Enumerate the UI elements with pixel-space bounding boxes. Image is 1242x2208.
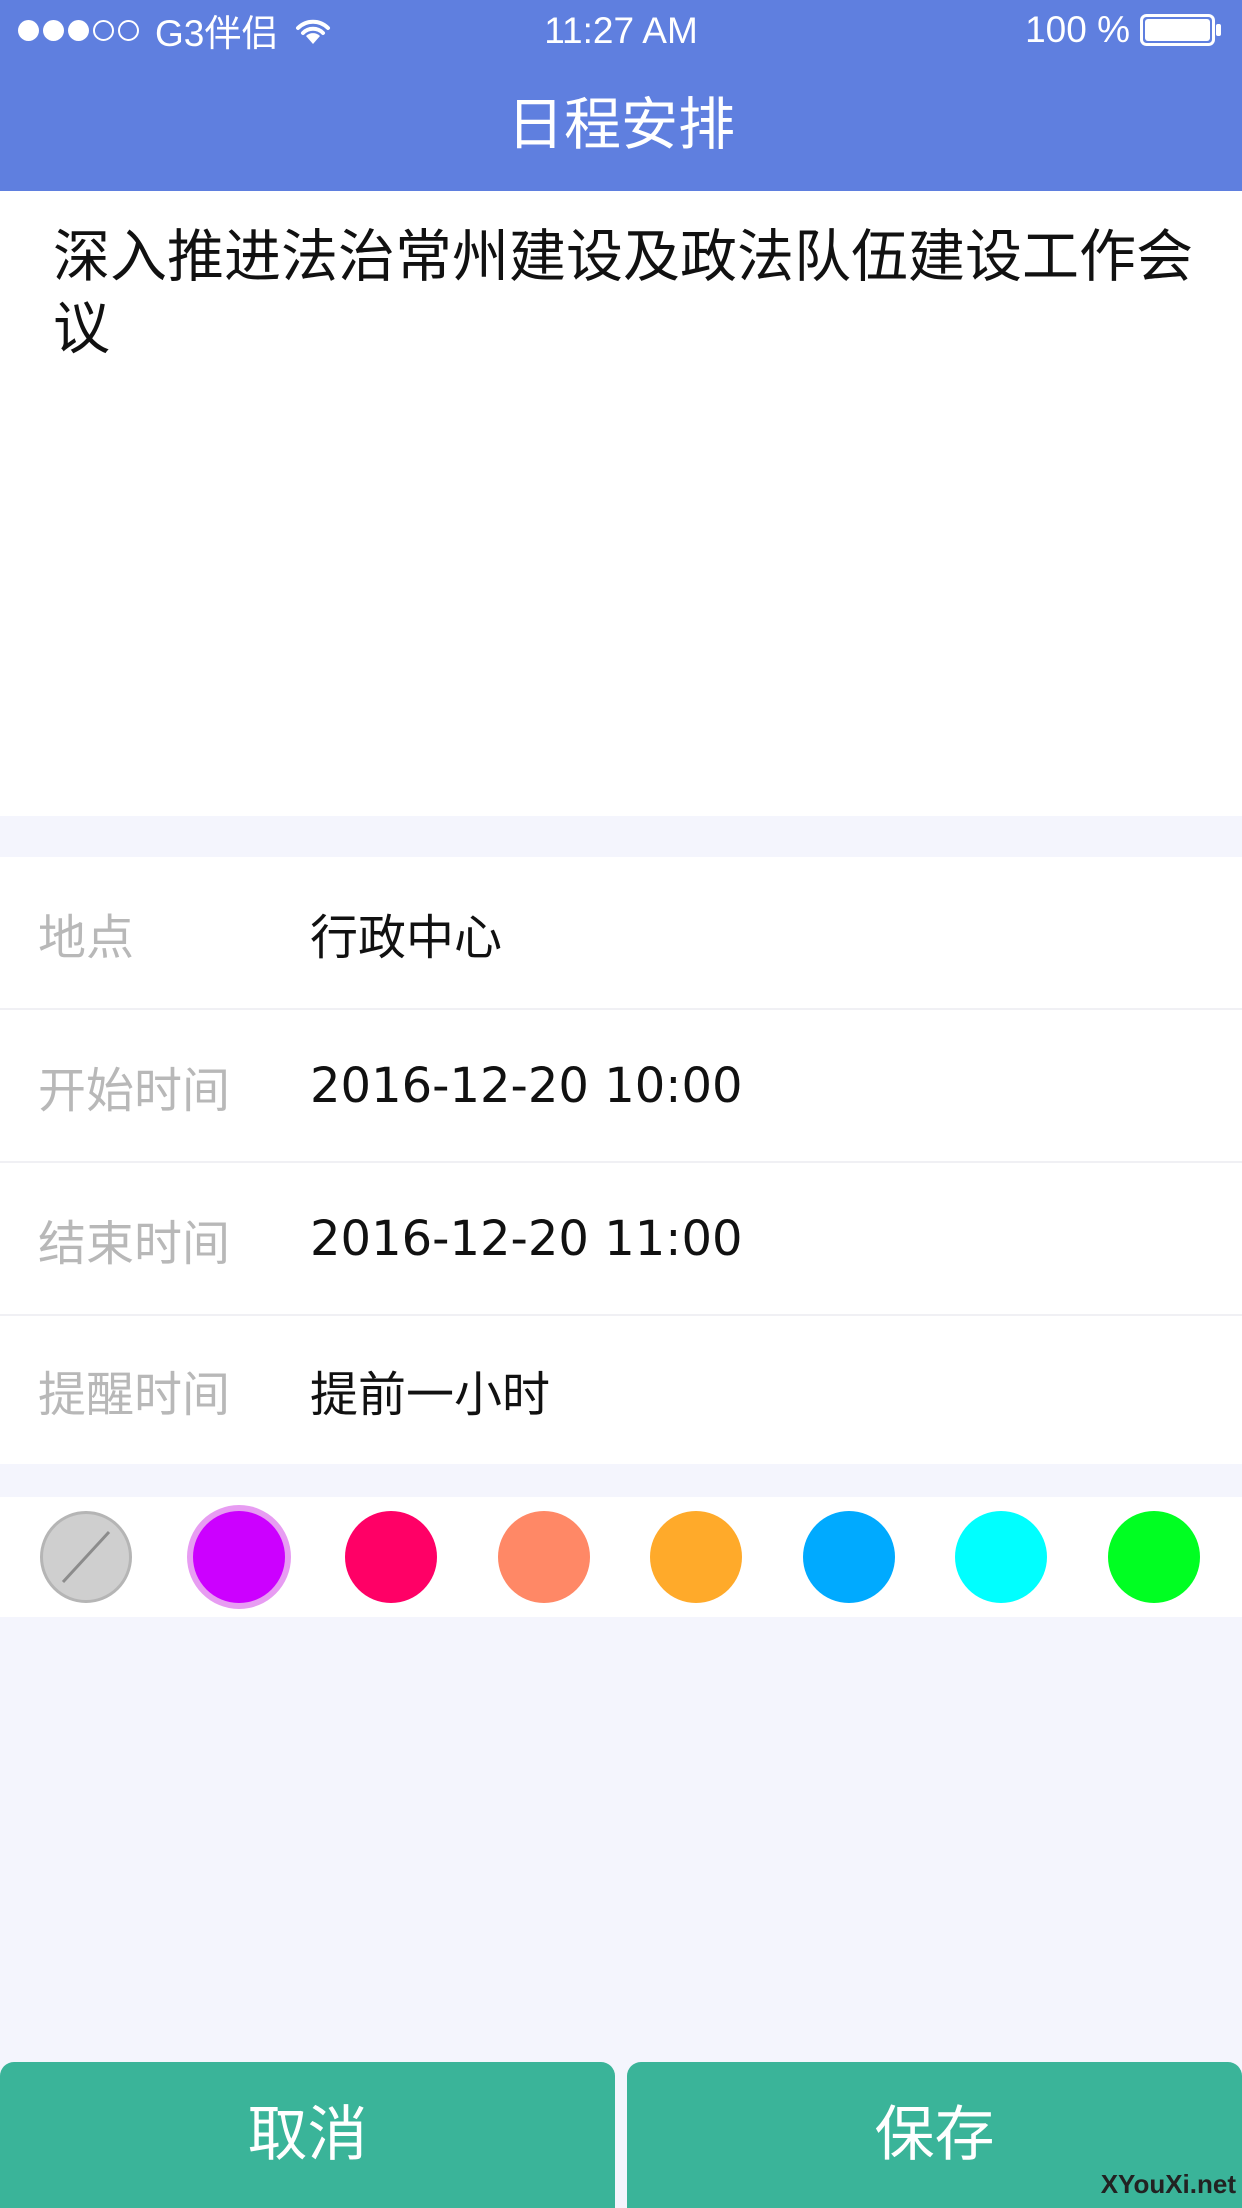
- end-time-value[interactable]: 2016-12-20 11:00: [310, 1211, 743, 1267]
- detail-row-start-time[interactable]: 开始时间 2016-12-20 10:00: [0, 1010, 1242, 1163]
- page-title: 日程安排: [507, 92, 735, 158]
- status-bar: G3伴侣 11:27 AM 100 %: [0, 0, 1242, 60]
- battery-percent: 100 %: [1025, 9, 1130, 50]
- color-swatch[interactable]: [498, 1511, 590, 1603]
- end-time-label: 结束时间: [38, 1215, 231, 1272]
- battery-icon: [1140, 14, 1221, 46]
- start-time-label: 开始时间: [38, 1062, 231, 1119]
- detail-row-reminder[interactable]: 提醒时间 提前一小时: [0, 1316, 1242, 1464]
- color-swatch[interactable]: [345, 1511, 437, 1603]
- no-color-icon: [61, 1530, 111, 1584]
- detail-row-end-time[interactable]: 结束时间 2016-12-20 11:00: [0, 1163, 1242, 1316]
- event-details: 地点 行政中心 开始时间 2016-12-20 10:00 结束时间 2016-…: [0, 857, 1242, 1464]
- reminder-label: 提醒时间: [38, 1367, 231, 1423]
- location-label: 地点: [38, 909, 135, 966]
- event-title-area[interactable]: 深入推进法治常州建设及政法队伍建设工作会议: [0, 191, 1242, 816]
- color-swatch[interactable]: [650, 1511, 742, 1603]
- cancel-button[interactable]: 取消: [0, 2062, 615, 2208]
- color-swatch[interactable]: [1108, 1511, 1200, 1603]
- start-time-value[interactable]: 2016-12-20 10:00: [310, 1058, 743, 1114]
- color-swatch[interactable]: [193, 1511, 285, 1603]
- color-swatch-none[interactable]: [40, 1511, 132, 1603]
- reminder-value[interactable]: 提前一小时: [310, 1355, 550, 1425]
- app-header: G3伴侣 11:27 AM 100 % 日程安排: [0, 0, 1242, 191]
- color-swatch[interactable]: [803, 1511, 895, 1603]
- watermark-logo: XYouXi.net: [1100, 2169, 1236, 2199]
- location-value[interactable]: 行政中心: [310, 898, 502, 968]
- event-title[interactable]: 深入推进法治常州建设及政法队伍建设工作会议: [53, 221, 1203, 365]
- color-picker: [0, 1497, 1242, 1617]
- status-right: 100 %: [1025, 9, 1222, 50]
- detail-row-location[interactable]: 地点 行政中心: [0, 857, 1242, 1010]
- color-swatch[interactable]: [955, 1511, 1047, 1603]
